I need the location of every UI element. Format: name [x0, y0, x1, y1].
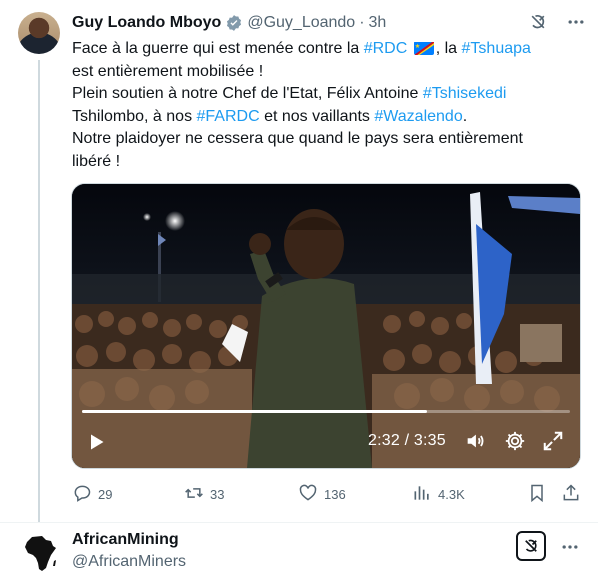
fullscreen-icon[interactable] [542, 430, 564, 457]
like-icon [298, 483, 318, 506]
text-span: et nos vaillants [259, 107, 375, 125]
grok-icon[interactable] [528, 12, 548, 32]
bookmark-button[interactable] [527, 483, 547, 506]
repost-icon [184, 483, 204, 506]
settings-gear-icon[interactable] [504, 430, 526, 457]
video-time-separator: / [399, 432, 414, 449]
like-button[interactable]: 136 [298, 483, 346, 506]
volume-icon[interactable] [464, 430, 486, 457]
text-line-3: Plein soutien à notre Chef de l'Etat, Fé… [72, 83, 572, 106]
text-line-2: est entièrement mobilisée ! [72, 62, 264, 80]
thread-line [38, 60, 40, 522]
tweet-time[interactable]: 3h [369, 14, 387, 32]
like-count: 136 [324, 487, 346, 502]
tweet-header: Guy Loando Mboyo @Guy_Loando · 3h [72, 12, 586, 34]
text-span: Face à la guerre qui est menée contre la [72, 40, 364, 57]
text-line-4: Tshilombo, à nos #FARDC et nos vaillants… [72, 106, 572, 129]
video-duration: 3:35 [413, 432, 446, 449]
text-span: , la [435, 40, 462, 57]
share-button[interactable] [561, 483, 581, 506]
africa-map-avatar[interactable] [18, 531, 62, 575]
author-name[interactable]: Guy Loando Mboyo [72, 14, 221, 32]
text-span: . [462, 107, 468, 125]
separator-dot: · [359, 14, 365, 31]
text-line-5: Notre plaidoyer ne cessera que quand le … [72, 130, 523, 147]
more-icon[interactable] [566, 12, 586, 32]
author-avatar[interactable] [18, 12, 60, 54]
text-line-6: libéré ! [72, 152, 121, 170]
hashtag-wazalendo[interactable]: #Wazalendo [374, 108, 462, 125]
text-span: Plein soutien à notre Chef de l'Etat, Fé… [72, 85, 423, 102]
hashtag-tshisekedi[interactable]: #Tshisekedi [423, 85, 507, 102]
reply-author-handle[interactable]: @AfricanMiners [72, 553, 186, 571]
hashtag-tshuapa[interactable]: #Tshuapa [462, 40, 531, 57]
video-timecode: 2:32 / 3:35 [368, 432, 446, 450]
hashtag-rdc[interactable]: #RDC [364, 40, 408, 57]
views-icon [412, 483, 432, 506]
tweet-text: Face à la guerre qui est menée contre la… [72, 38, 572, 173]
grok-icon[interactable] [516, 531, 546, 561]
reply-button[interactable]: 29 [72, 483, 112, 506]
reply-author-name[interactable]: AfricanMining [72, 531, 179, 549]
video-player[interactable]: 2:32 / 3:35 [71, 183, 581, 469]
text-line-1: Face à la guerre qui est menée contre la… [72, 38, 572, 61]
hashtag-fardc[interactable]: #FARDC [197, 108, 260, 125]
more-icon[interactable] [560, 537, 580, 562]
views-count: 4.3K [438, 487, 465, 502]
tweet-actions: 29 33 136 4.3K [72, 483, 582, 507]
play-icon[interactable] [86, 432, 106, 457]
views-button[interactable]: 4.3K [412, 483, 465, 506]
bookmark-icon [527, 483, 547, 506]
video-progress-bar[interactable] [82, 410, 570, 413]
tweet[interactable]: Guy Loando Mboyo @Guy_Loando · 3h Face à… [0, 0, 598, 522]
video-controls: 2:32 / 3:35 [72, 426, 580, 456]
repost-count: 33 [210, 487, 225, 502]
drc-flag-icon [413, 41, 434, 55]
video-current-time: 2:32 [368, 432, 400, 449]
reply-icon [72, 483, 92, 506]
reply-count: 29 [98, 487, 113, 502]
repost-button[interactable]: 33 [184, 483, 224, 506]
tweet-preview[interactable]: AfricanMining @AfricanMiners [0, 523, 598, 580]
share-icon [561, 483, 581, 506]
text-span: Tshilombo, à nos [72, 107, 197, 125]
header-actions [528, 12, 586, 32]
verified-badge-icon [225, 14, 243, 32]
author-handle[interactable]: @Guy_Loando [247, 14, 355, 32]
video-progress-fill [82, 410, 428, 413]
